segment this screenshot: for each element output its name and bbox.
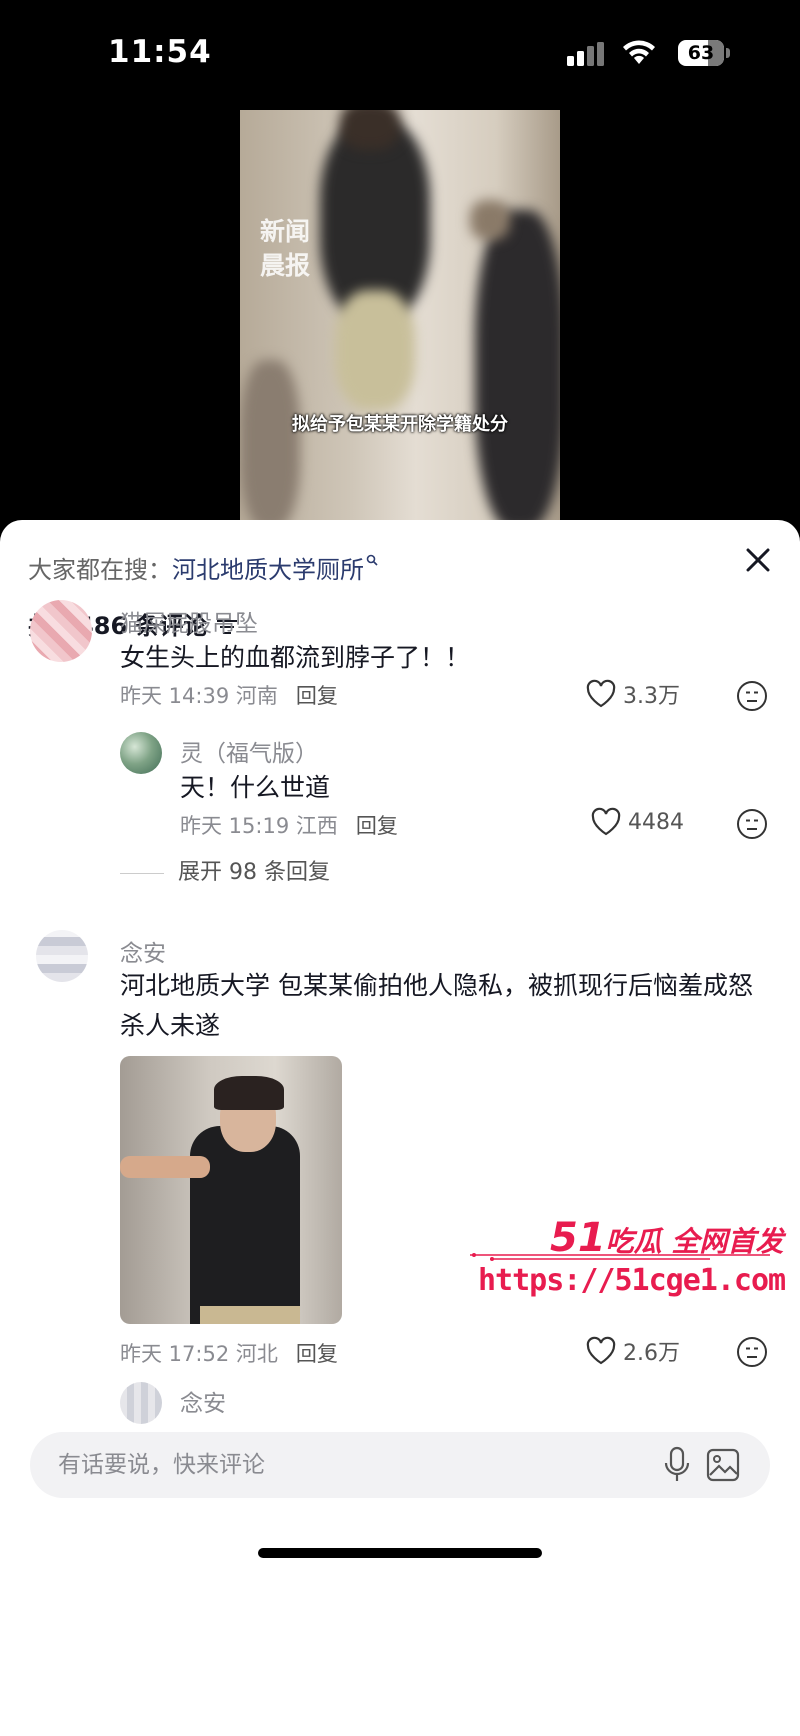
- video-watermark: 新闻晨报: [260, 217, 311, 280]
- like-count: 3.3万: [623, 684, 680, 709]
- comment-username[interactable]: 念安: [120, 934, 166, 968]
- dislike-icon[interactable]: [736, 1336, 768, 1368]
- search-suggestion[interactable]: 大家都在搜：河北地质大学厕所: [28, 550, 378, 585]
- reply-button[interactable]: 回复: [296, 1342, 338, 1366]
- like-count: 4484: [628, 809, 684, 835]
- search-icon: [366, 554, 378, 566]
- expand-replies-label: 展开 98 条回复: [178, 860, 330, 885]
- expand-replies-button[interactable]: 展开 98 条回复: [120, 854, 330, 886]
- like-count: 2.6万: [623, 1341, 680, 1366]
- wifi-icon: [623, 40, 655, 64]
- search-prefix: 大家都在搜：: [28, 556, 172, 584]
- comment-meta: 昨天 15:19 江西 回复: [180, 810, 398, 840]
- dislike-icon[interactable]: [736, 680, 768, 712]
- comment-username[interactable]: 猫屎屁股吊坠: [120, 604, 258, 638]
- circuit-lines-icon: [470, 1253, 770, 1261]
- comment-username[interactable]: 念安: [180, 1384, 226, 1418]
- comment-input-bar: [30, 1432, 770, 1498]
- avatar[interactable]: [120, 1382, 162, 1424]
- video-subtitle: 拟给予包某某开除学籍处分: [292, 414, 508, 435]
- search-term-link[interactable]: 河北地质大学厕所: [172, 556, 364, 584]
- divider: [120, 872, 164, 874]
- heart-icon: [591, 807, 621, 836]
- comment-text: 河北地质大学 包某某偷拍他人隐私，被抓现行后恼羞成怒杀人未遂: [120, 971, 753, 1040]
- home-indicator[interactable]: [258, 1548, 542, 1558]
- comment-text: 女生头上的血都流到脖子了！！: [120, 643, 471, 672]
- dislike-icon[interactable]: [736, 808, 768, 840]
- comment-meta: 昨天 17:52 河北 回复: [120, 1338, 338, 1368]
- like-button[interactable]: 3.3万: [585, 678, 680, 710]
- status-bar: 11:54 63: [0, 0, 800, 100]
- heart-icon: [586, 1336, 616, 1365]
- avatar[interactable]: [36, 930, 88, 982]
- battery-icon: 63: [678, 40, 730, 66]
- status-time: 11:54: [108, 34, 212, 70]
- microphone-icon[interactable]: [662, 1446, 692, 1484]
- image-upload-icon[interactable]: [706, 1448, 740, 1482]
- like-button[interactable]: 2.6万: [585, 1335, 680, 1367]
- reply-button[interactable]: 回复: [356, 814, 398, 838]
- avatar[interactable]: [30, 600, 92, 662]
- comment-username[interactable]: 灵（福气版）: [180, 734, 318, 768]
- reply-button[interactable]: 回复: [296, 684, 338, 708]
- comment-time-location: 昨天 17:52 河北: [120, 1342, 278, 1366]
- signal-icon: [567, 42, 604, 66]
- comment-text: 天！什么世道: [180, 773, 331, 802]
- avatar[interactable]: [120, 732, 162, 774]
- comment-image[interactable]: [120, 1056, 342, 1324]
- promo-url: https://51cge1.com: [478, 1263, 786, 1298]
- comment-sheet: 大家都在搜：河北地质大学厕所 共 2486 条评论 猫屎屁股吊坠 女生头上的血都…: [0, 520, 800, 1736]
- heart-icon: [586, 679, 616, 708]
- comment-time-location: 昨天 14:39 河南: [120, 684, 278, 708]
- comment-meta: 昨天 14:39 河南 回复: [120, 680, 338, 710]
- close-icon[interactable]: [740, 542, 776, 578]
- battery-level: 63: [687, 42, 715, 64]
- like-button[interactable]: 4484: [590, 807, 684, 837]
- comment-time-location: 昨天 15:19 江西: [180, 814, 338, 838]
- video-player[interactable]: 新闻晨报 拟给予包某某开除学籍处分: [240, 110, 560, 530]
- promo-watermark: 51吃瓜 全网首发 https://51cge1.com: [470, 1215, 790, 1315]
- comment-input[interactable]: [58, 1432, 578, 1498]
